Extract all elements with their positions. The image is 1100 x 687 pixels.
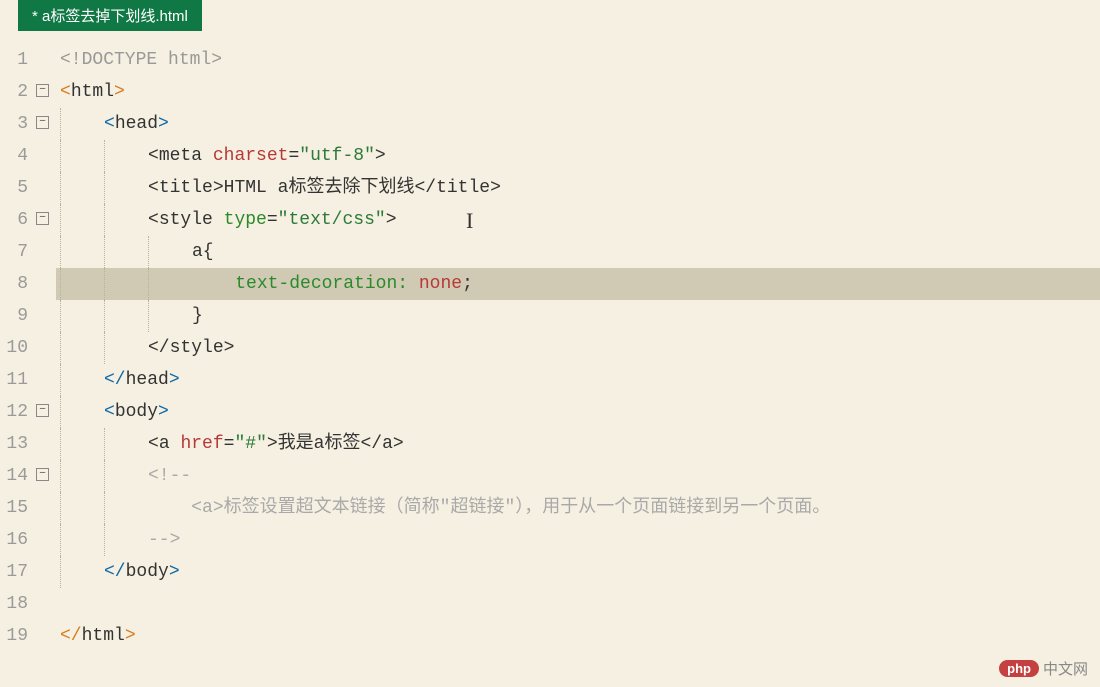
line-number: 12 [0,396,28,428]
line-number: 3 [0,108,28,140]
code-line[interactable] [56,588,1100,620]
code-line[interactable]: <!-- [56,460,1100,492]
line-number: 14 [0,460,28,492]
fold-toggle-icon[interactable]: − [36,404,49,417]
line-number: 10 [0,332,28,364]
code-line[interactable]: <html> [56,76,1100,108]
code-line[interactable]: <meta charset="utf-8"> [56,140,1100,172]
line-number: 1 [0,44,28,76]
code-line[interactable]: </body> [56,556,1100,588]
fold-toggle-icon[interactable]: − [36,468,49,481]
line-number: 19 [0,620,28,652]
watermark: php 中文网 [999,658,1088,679]
line-number: 7 [0,236,28,268]
code-line[interactable]: </head> [56,364,1100,396]
code-line[interactable]: --> [56,524,1100,556]
line-number: 5 [0,172,28,204]
watermark-text: 中文网 [1043,658,1088,679]
watermark-badge: php [999,660,1039,677]
code-area[interactable]: <!DOCTYPE html> <html> <head> <meta char… [56,44,1100,652]
line-number: 17 [0,556,28,588]
code-line[interactable]: <a href="#">我是a标签</a> [56,428,1100,460]
line-number: 2 [0,76,28,108]
line-number: 6 [0,204,28,236]
doctype-text: <!DOCTYPE html> [60,44,222,76]
code-editor[interactable]: 1 2 3 4 5 6 7 8 9 10 11 12 13 14 15 16 1… [0,44,1100,652]
code-line[interactable]: <a>标签设置超文本链接（简称"超链接"），用于从一个页面链接到另一个页面。 [56,492,1100,524]
fold-toggle-icon[interactable]: − [36,116,49,129]
line-number: 4 [0,140,28,172]
file-tab[interactable]: * a标签去掉下划线.html [18,0,202,31]
code-line[interactable]: <title>HTML a标签去除下划线</title> [56,172,1100,204]
line-number: 15 [0,492,28,524]
fold-toggle-icon[interactable]: − [36,84,49,97]
line-number: 18 [0,588,28,620]
code-line[interactable]: </style> [56,332,1100,364]
code-line[interactable]: } [56,300,1100,332]
tab-bar: * a标签去掉下划线.html [0,0,1100,32]
fold-column: − − − − − [34,44,56,652]
code-line[interactable]: </html> [56,620,1100,652]
code-line[interactable]: text-decoration: none; [56,268,1100,300]
code-line[interactable]: <style type="text/css"> [56,204,1100,236]
line-number: 16 [0,524,28,556]
fold-toggle-icon[interactable]: − [36,212,49,225]
code-line[interactable]: <head> [56,108,1100,140]
line-number: 9 [0,300,28,332]
code-line[interactable]: <body> [56,396,1100,428]
line-number: 11 [0,364,28,396]
line-number-gutter: 1 2 3 4 5 6 7 8 9 10 11 12 13 14 15 16 1… [0,44,34,652]
code-line[interactable]: a{ [56,236,1100,268]
line-number: 13 [0,428,28,460]
code-line[interactable]: <!DOCTYPE html> [56,44,1100,76]
line-number: 8 [0,268,28,300]
